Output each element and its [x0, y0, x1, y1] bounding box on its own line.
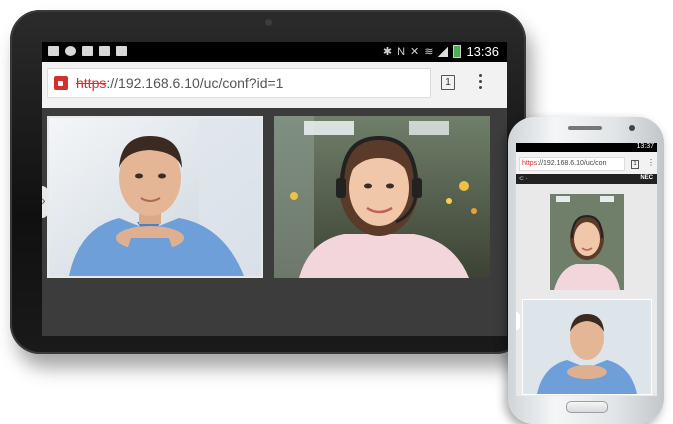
tablet-screen: ✱ N ✕ ≋ 13:36 https ://192.168.6.10/uc/c…	[42, 42, 507, 336]
video-tile-female[interactable]	[274, 116, 490, 278]
url-scheme: https	[76, 75, 107, 91]
app-icon	[65, 46, 76, 56]
female-participant-image	[274, 116, 490, 278]
phone-side-panel-handle[interactable]	[516, 312, 520, 330]
mail-icon	[48, 46, 59, 56]
phone-overflow-menu-icon[interactable]: ⋮	[647, 158, 655, 167]
phone-appbar-left[interactable]: ⊂ ·	[519, 175, 528, 182]
phone-camera	[629, 125, 635, 131]
tablet-device: ✱ N ✕ ≋ 13:36 https ://192.168.6.10/uc/c…	[10, 10, 526, 354]
phone-video-tile-male[interactable]	[522, 299, 652, 395]
phone-female-image	[550, 194, 624, 290]
phone-status-bar: 13:37	[516, 143, 657, 152]
bluetooth-icon: ✱	[382, 46, 393, 58]
image-icon	[99, 46, 110, 56]
nfc-icon: N	[397, 45, 406, 58]
mute-icon: ✕	[410, 46, 420, 58]
phone-device: 13:37 https://192.168.6.10/uc/con 1 ⋮ ⊂ …	[508, 117, 664, 424]
phone-conference-area	[516, 184, 657, 396]
tablet-status-bar: ✱ N ✕ ≋ 13:36	[42, 42, 507, 62]
address-bar[interactable]: https ://192.168.6.10/uc/conf?id=1	[47, 68, 431, 98]
status-time: 13:36	[466, 44, 499, 59]
phone-screen: 13:37 https://192.168.6.10/uc/con 1 ⋮ ⊂ …	[516, 143, 657, 396]
signal-icon	[438, 46, 449, 57]
phone-home-button[interactable]	[566, 401, 608, 413]
phone-address-bar[interactable]: https://192.168.6.10/uc/con	[519, 157, 625, 171]
tablet-camera	[265, 19, 272, 26]
voicemail-icon	[116, 46, 127, 56]
wifi-icon: ≋	[424, 46, 434, 58]
phone-status-time: 13:37	[636, 143, 654, 150]
tab-switcher-button[interactable]: 1	[441, 75, 455, 90]
phone-speaker	[568, 126, 602, 130]
overflow-menu-icon[interactable]	[479, 74, 483, 92]
phone-male-image	[523, 300, 651, 394]
male-participant-image	[49, 118, 261, 276]
battery-icon	[453, 45, 462, 58]
phone-app-bar: ⊂ · NEC	[516, 174, 657, 184]
browser-toolbar: https ://192.168.6.10/uc/conf?id=1 1	[42, 62, 507, 108]
insecure-lock-icon[interactable]	[54, 76, 68, 90]
video-icon	[82, 46, 93, 56]
phone-video-tile-female[interactable]	[550, 194, 624, 290]
phone-tab-switcher-button[interactable]: 1	[631, 160, 639, 169]
phone-url-text: ://192.168.6.10/uc/con	[537, 160, 607, 167]
notification-icons	[48, 46, 127, 56]
video-tile-male[interactable]	[47, 116, 263, 278]
brand-logo: NEC	[640, 175, 653, 181]
conference-area	[42, 108, 507, 336]
system-icons: ✱ N ✕ ≋ 13:36	[383, 44, 499, 59]
url-text: ://192.168.6.10/uc/conf?id=1	[106, 75, 284, 91]
phone-url-scheme: https	[522, 160, 538, 167]
phone-browser-toolbar: https://192.168.6.10/uc/con 1 ⋮	[516, 152, 657, 174]
